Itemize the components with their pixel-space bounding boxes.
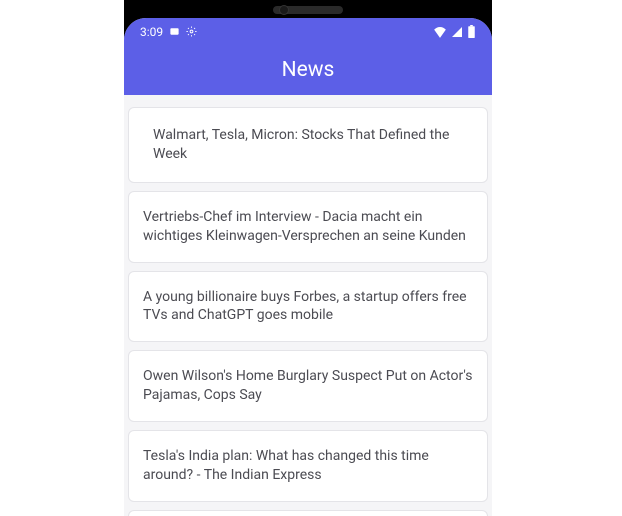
signal-icon xyxy=(451,26,463,38)
news-card[interactable]: Vertriebs-Chef im Interview - Dacia mach… xyxy=(128,191,488,263)
gear-icon xyxy=(186,26,197,37)
news-card[interactable]: A young billionaire buys Forbes, a start… xyxy=(128,271,488,343)
status-left: 3:09 xyxy=(140,25,197,39)
status-time: 3:09 xyxy=(140,25,163,39)
news-headline: Tesla's India plan: What has changed thi… xyxy=(143,448,429,483)
news-headline: Owen Wilson's Home Burglary Suspect Put … xyxy=(143,368,472,403)
news-card[interactable]: Walmart, Tesla, Micron: Stocks That Defi… xyxy=(128,107,488,183)
status-right xyxy=(433,25,476,38)
page-title: News xyxy=(282,58,335,82)
device-frame: 3:09 News xyxy=(124,0,492,516)
news-card[interactable]: Patriot проти "Тетріса". Україна забиває… xyxy=(128,510,488,516)
wifi-icon xyxy=(433,26,447,38)
device-notch xyxy=(273,6,343,14)
app-bar: News xyxy=(124,45,492,95)
camera-dot xyxy=(279,5,289,15)
card-icon xyxy=(169,26,180,37)
news-list[interactable]: Walmart, Tesla, Micron: Stocks That Defi… xyxy=(124,107,492,516)
screen: 3:09 News xyxy=(124,18,492,516)
news-headline: Vertriebs-Chef im Interview - Dacia mach… xyxy=(143,209,466,244)
battery-icon xyxy=(467,25,476,38)
news-card[interactable]: Tesla's India plan: What has changed thi… xyxy=(128,430,488,502)
news-headline: A young billionaire buys Forbes, a start… xyxy=(143,289,467,324)
news-headline: Walmart, Tesla, Micron: Stocks That Defi… xyxy=(153,127,449,162)
status-bar: 3:09 xyxy=(124,18,492,45)
news-card[interactable]: Owen Wilson's Home Burglary Suspect Put … xyxy=(128,350,488,422)
